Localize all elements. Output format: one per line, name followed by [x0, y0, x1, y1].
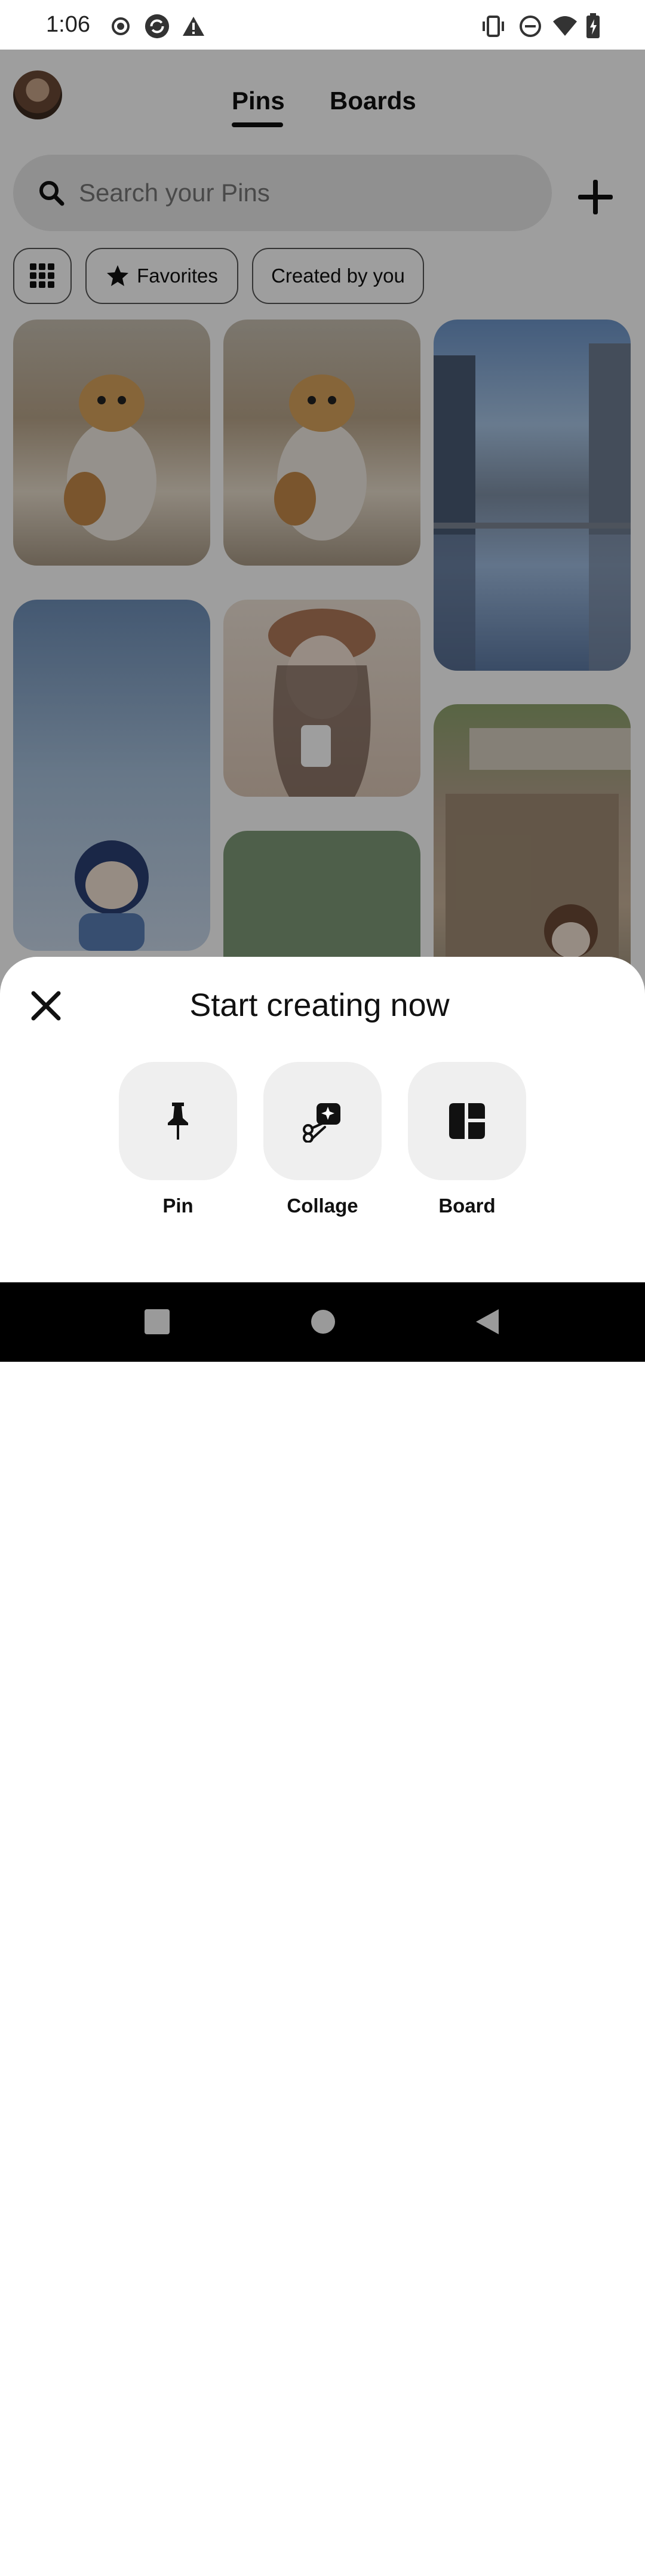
- create-bottom-sheet: Start creating now Pin Collage Board: [0, 957, 645, 1282]
- home-icon[interactable]: [311, 1309, 336, 1334]
- create-board-button[interactable]: [408, 1062, 526, 1180]
- vibrate-icon: [483, 16, 504, 37]
- sync-icon: [145, 14, 170, 39]
- record-icon: [112, 17, 130, 35]
- create-collage-label: Collage: [287, 1195, 358, 1217]
- warning-icon: [183, 17, 204, 36]
- battery-charging-icon: [586, 13, 600, 38]
- wifi-icon: [553, 16, 577, 36]
- board-layout-icon: [449, 1103, 485, 1139]
- back-icon[interactable]: [475, 1308, 500, 1335]
- status-time: 1:06: [46, 12, 90, 37]
- create-board-label: Board: [438, 1195, 496, 1217]
- create-board-option[interactable]: Board: [408, 1062, 526, 1217]
- system-nav-bar: [0, 1282, 645, 1362]
- scissors-sparkle-icon: [303, 1103, 340, 1143]
- status-bar: 1:06: [0, 0, 645, 50]
- create-pin-button[interactable]: [119, 1062, 237, 1180]
- sheet-title: Start creating now: [189, 987, 450, 1023]
- create-pin-option[interactable]: Pin: [119, 1062, 237, 1217]
- create-collage-button[interactable]: [263, 1062, 382, 1180]
- create-pin-label: Pin: [162, 1195, 194, 1217]
- create-collage-option[interactable]: Collage: [263, 1062, 382, 1217]
- pushpin-icon: [168, 1103, 188, 1140]
- recents-button[interactable]: [145, 1309, 170, 1334]
- do-not-disturb-icon: [520, 16, 541, 37]
